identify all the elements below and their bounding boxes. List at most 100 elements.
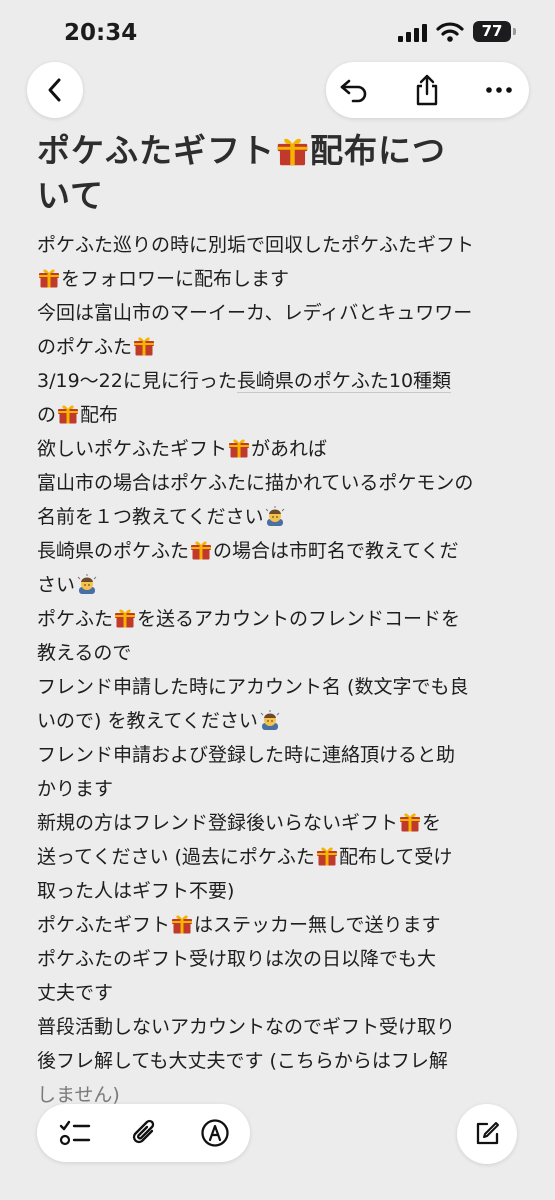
body-line: 後フレ解しても大丈夫です (こちらからはフレ解 <box>37 1044 527 1078</box>
gift-icon <box>276 135 309 166</box>
body-text: はステッカー無しで送ります <box>194 914 441 936</box>
body-text: のポケふた <box>37 336 133 358</box>
body-line: のポケふた <box>37 330 527 364</box>
body-text: があれば <box>251 438 328 460</box>
body-line: 取った人はギフト不要) <box>37 874 527 908</box>
title-text-3: いて <box>37 176 105 215</box>
body-line: 丈夫です <box>37 976 527 1010</box>
compose-icon <box>476 1122 499 1145</box>
body-text: に見に行った <box>122 370 237 392</box>
body-text: 今回は富山市のマーイーカ、レディバとキュワワー <box>37 302 473 324</box>
note-content[interactable]: ポケふたギフト 配布につ いて ポケふた巡りの時に別垢で回収したポケふたギフト を… <box>37 128 527 1112</box>
body-text: 富山市の場合はポケふたに描かれているポケモンの <box>37 472 474 494</box>
note-title: ポケふたギフト 配布につ いて <box>37 128 527 218</box>
more-button[interactable] <box>471 62 527 118</box>
body-text: フレンド申請および登録した時に連絡頂けると助 <box>37 744 456 766</box>
attach-button[interactable] <box>115 1104 175 1162</box>
body-line: 教えるので <box>37 636 527 670</box>
body-text: さい <box>37 574 76 596</box>
body-text: 新規の方はフレンド登録後いらないギフト <box>37 812 399 834</box>
body-text: をフォロワーに配布します <box>61 268 290 290</box>
body-line: かります <box>37 772 527 806</box>
body-text: フレンド申請した時にアカウント名 (数文字でも良 <box>37 676 469 698</box>
body-text: ポケふたギフト <box>37 914 171 936</box>
gift-icon <box>114 607 136 628</box>
body-text: 配布して受け <box>338 846 453 868</box>
undo-arrow-icon <box>340 79 367 103</box>
body-line: さい <box>37 568 527 602</box>
body-text: 3/19～22 <box>37 370 123 392</box>
gift-icon <box>316 845 338 866</box>
body-line: ポケふた巡りの時に別垢で回収したポケふたギフト <box>37 228 527 262</box>
wifi-icon <box>436 22 464 42</box>
status-bar: 20:34 77 <box>0 0 555 64</box>
body-line: ポケふた を送るアカウントのフレンドコードを <box>37 602 527 636</box>
gift-icon <box>228 437 250 458</box>
gift-icon <box>190 539 212 560</box>
body-text: いので) を教えてください <box>37 710 258 732</box>
checklist-button[interactable] <box>45 1104 105 1162</box>
body-line: 長崎県のポケふた の場合は市町名で教えてくだ <box>37 534 527 568</box>
title-text-1: ポケふたギフト <box>37 131 275 170</box>
back-button[interactable] <box>27 62 83 118</box>
ellipsis-icon <box>486 87 512 93</box>
body-line: の 配布 <box>37 398 527 432</box>
body-text: 送ってください (過去にポケふた <box>37 846 315 868</box>
body-text: かります <box>37 778 114 800</box>
body-text: 普段活動しないアカウントなのでギフト受け取り <box>37 1016 456 1038</box>
share-icon <box>416 74 438 106</box>
markup-pen-icon <box>201 1119 229 1147</box>
undo-button[interactable] <box>326 62 382 118</box>
status-time: 20:34 <box>64 20 138 46</box>
body-text-underlined: 長崎県のポケふた10種類 <box>236 370 452 393</box>
chevron-left-icon <box>48 78 61 102</box>
body-text: 教えるので <box>37 642 132 664</box>
body-text: 名前を１つ教えてください <box>37 506 264 528</box>
body-text: 長崎県のポケふた <box>37 540 190 562</box>
body-line: ポケふたのギフト受け取りは次の日以降でも大 <box>37 942 527 976</box>
checklist-icon <box>59 1120 91 1146</box>
compose-button[interactable] <box>457 1104 517 1164</box>
body-line: フレンド申請および登録した時に連絡頂けると助 <box>37 738 527 772</box>
body-text: を <box>422 812 442 834</box>
paperclip-icon <box>132 1119 155 1144</box>
person-bowing-icon <box>259 709 281 731</box>
share-button[interactable] <box>399 62 455 118</box>
body-line: 欲しいポケふたギフト があれば <box>37 432 527 466</box>
cellular-signal-icon <box>398 24 430 42</box>
body-text: 欲しいポケふたギフト <box>37 438 228 460</box>
body-text: の場合は市町名で教えてくだ <box>213 540 459 562</box>
body-text: 丈夫です <box>37 982 114 1004</box>
note-body: ポケふた巡りの時に別垢で回収したポケふたギフト をフォロワーに配布します 今回は… <box>37 228 527 1112</box>
body-line: 名前を１つ教えてください <box>37 500 527 534</box>
body-text: しません) <box>37 1084 120 1106</box>
top-actions-pill <box>326 62 529 118</box>
body-line: をフォロワーに配布します <box>37 262 527 296</box>
body-line: 普段活動しないアカウントなのでギフト受け取り <box>37 1010 527 1044</box>
body-text: 後フレ解しても大丈夫です (こちらからはフレ解 <box>37 1050 448 1072</box>
body-line: 送ってください (過去にポケふた 配布して受け <box>37 840 527 874</box>
body-text: ポケふたのギフト受け取りは次の日以降でも大 <box>37 948 437 970</box>
body-text: 取った人はギフト不要) <box>37 880 235 902</box>
body-text: ポケふた巡りの時に別垢で回収したポケふたギフト <box>37 234 475 256</box>
body-line: 3/19～22に見に行った長崎県のポケふた10種類 <box>37 364 527 398</box>
body-text: を送るアカウントのフレンドコードを <box>137 608 461 630</box>
body-line: ポケふたギフト はステッカー無しで送ります <box>37 908 527 942</box>
markup-button[interactable] <box>185 1104 245 1162</box>
gift-icon <box>57 403 79 424</box>
bottom-toolbar <box>37 1104 250 1162</box>
body-line: フレンド申請した時にアカウント名 (数文字でも良 <box>37 670 527 704</box>
body-line: 新規の方はフレンド登録後いらないギフト を <box>37 806 527 840</box>
body-line: いので) を教えてください <box>37 704 527 738</box>
body-line: 富山市の場合はポケふたに描かれているポケモンの <box>37 466 527 500</box>
gift-icon <box>133 335 155 356</box>
body-text: の <box>37 404 57 426</box>
person-bowing-icon <box>76 573 98 595</box>
gift-icon <box>38 267 60 288</box>
battery-icon: 77 <box>473 21 511 42</box>
gift-icon <box>399 811 421 832</box>
body-line: 今回は富山市のマーイーカ、レディバとキュワワー <box>37 296 527 330</box>
title-text-2: 配布につ <box>310 131 446 170</box>
body-text: ポケふた <box>37 608 114 630</box>
gift-icon <box>171 913 193 934</box>
